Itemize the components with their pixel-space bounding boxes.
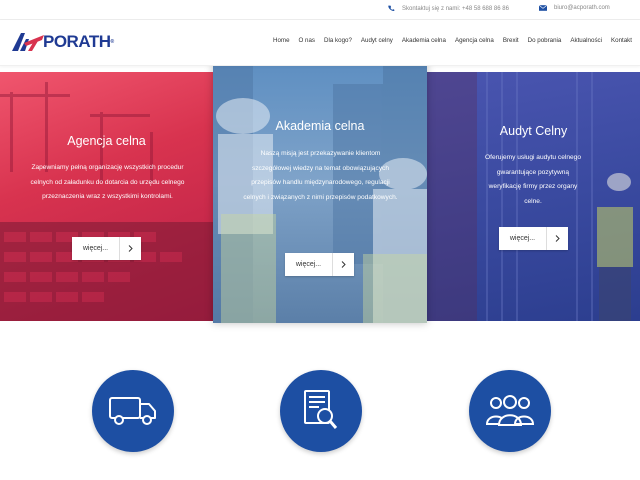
contact-email-label: biuro@acporath.com — [554, 5, 610, 11]
envelope-icon — [539, 5, 547, 11]
nav-aktualnosci[interactable]: Aktualności — [570, 37, 602, 44]
feature-transport[interactable] — [92, 370, 174, 452]
akademia-more-button[interactable]: więcej... — [285, 253, 354, 276]
panel-agencja-celna: Agencja celna Zapewniamy pełną organizac… — [0, 72, 213, 321]
contact-phone[interactable]: Skontaktuj się z nami: +48 58 688 86 86 — [388, 5, 509, 12]
contact-email[interactable]: biuro@acporath.com — [539, 5, 610, 11]
logo-wordmark: PORATH — [43, 32, 111, 51]
nav-kontakt[interactable]: Kontakt — [611, 37, 632, 44]
chevron-right-icon — [120, 245, 141, 252]
phone-icon — [388, 5, 395, 12]
panel-akademia-title: Akademia celna — [275, 119, 365, 133]
site-header: PORATH® Home O nas Dla kogo? Audyt celny… — [0, 20, 640, 66]
panel-agencja-title: Agencja celna — [67, 134, 146, 148]
logo-trademark: ® — [110, 39, 115, 45]
agencja-more-label: więcej... — [72, 237, 120, 260]
panel-agencja-text: Zapewniamy pełną organizację wszystkich … — [30, 164, 185, 200]
nav-audyt-celny[interactable]: Audyt celny — [361, 37, 393, 44]
panel-akademia-celna: Akademia celna Naszą misją jest przekazy… — [213, 64, 427, 323]
akademia-more-label: więcej... — [285, 253, 333, 276]
nav-o-nas[interactable]: O nas — [299, 37, 316, 44]
document-search-icon — [304, 390, 338, 429]
feature-team[interactable] — [469, 370, 551, 452]
audyt-more-button[interactable]: więcej... — [499, 227, 568, 250]
panel-akademia-text: Naszą misją jest przekazywanie klientom … — [243, 150, 398, 201]
logo-mark-icon — [12, 33, 44, 51]
contact-phone-label: Skontaktuj się z nami: +48 58 688 86 86 — [402, 5, 509, 12]
nav-brexit[interactable]: Brexit — [503, 37, 519, 44]
panel-audyt-text: Oferujemy usługi audytu celnego gwarantu… — [484, 154, 582, 205]
feature-documents[interactable] — [280, 370, 362, 452]
main-nav: Home O nas Dla kogo? Audyt celny Akademi… — [273, 37, 632, 44]
nav-agencja-celna[interactable]: Agencja celna — [455, 37, 494, 44]
hero-section: Agencja celna Zapewniamy pełną organizac… — [0, 64, 640, 323]
nav-home[interactable]: Home — [273, 37, 290, 44]
nav-akademia-celna[interactable]: Akademia celna — [402, 37, 446, 44]
audyt-more-label: więcej... — [499, 227, 547, 250]
nav-dla-kogo[interactable]: Dla kogo? — [324, 37, 352, 44]
logo-text: PORATH® — [43, 32, 114, 52]
site-logo[interactable]: PORATH® — [12, 32, 114, 52]
agencja-more-button[interactable]: więcej... — [72, 237, 141, 260]
panel-audyt-title: Audyt Celny — [499, 124, 568, 138]
truck-icon — [109, 397, 156, 425]
people-group-icon — [485, 395, 535, 426]
chevron-right-icon — [333, 261, 354, 268]
chevron-right-icon — [547, 235, 568, 242]
top-contact-bar: Skontaktuj się z nami: +48 58 688 86 86 … — [0, 0, 640, 20]
nav-do-pobrania[interactable]: Do pobrania — [528, 37, 562, 44]
panel-audyt-celny: Audyt Celny Oferujemy usługi audytu celn… — [427, 72, 640, 321]
